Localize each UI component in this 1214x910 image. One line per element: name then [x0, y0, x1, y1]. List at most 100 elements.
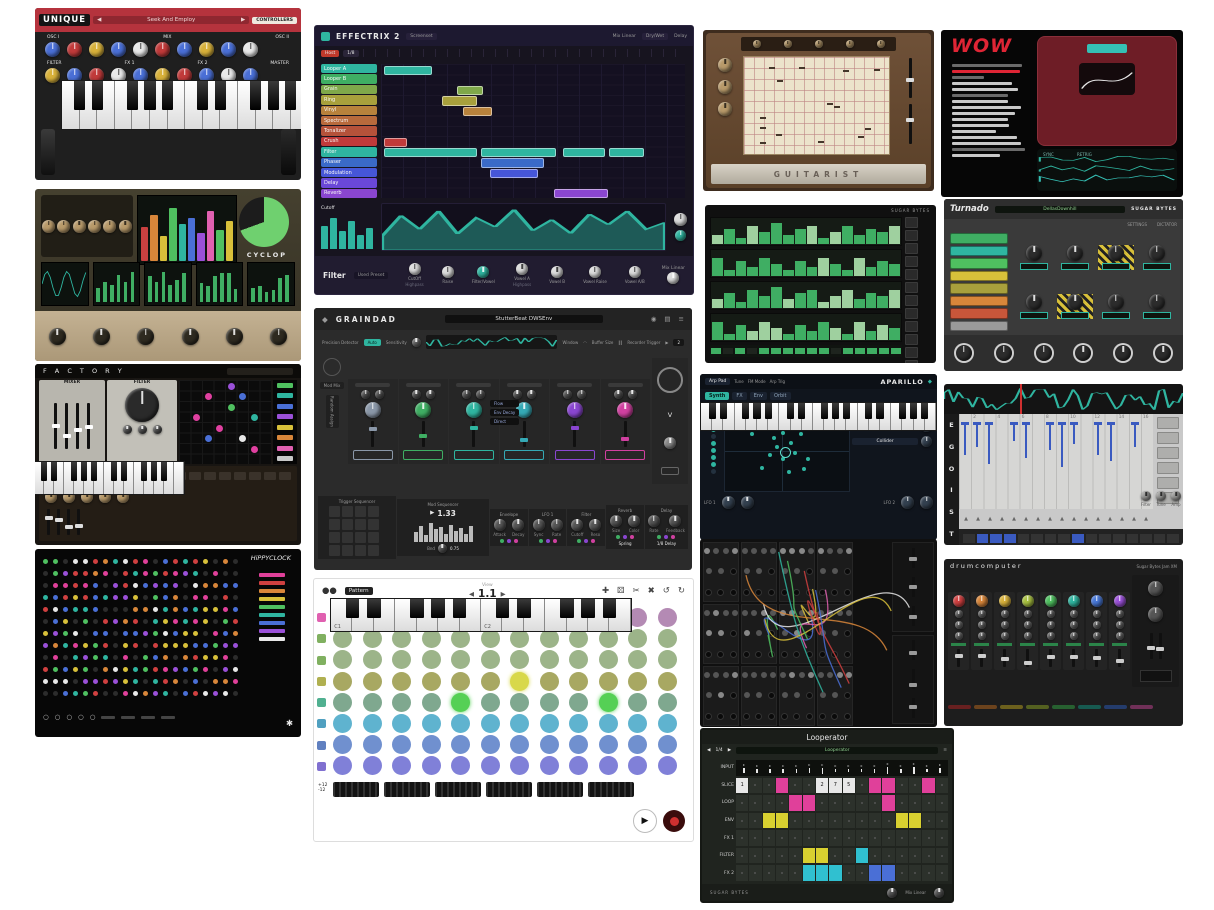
mini-pattern-display[interactable] [384, 782, 430, 797]
knob[interactable] [846, 40, 854, 48]
module-knob[interactable] [723, 548, 729, 554]
step-cell-colored[interactable] [896, 813, 908, 829]
slider[interactable] [65, 403, 68, 449]
knob[interactable] [1149, 245, 1165, 261]
step-rate-button[interactable]: 1/8 [343, 50, 358, 57]
gate-cell[interactable] [759, 348, 769, 354]
step-cell[interactable] [936, 865, 948, 881]
next-rate-icon[interactable]: ▶ [728, 748, 731, 753]
step-cell[interactable] [763, 865, 775, 881]
input-step[interactable]: ▸ [895, 763, 907, 773]
knob[interactable] [648, 515, 660, 527]
knob[interactable] [1155, 345, 1171, 361]
host-sync-button[interactable]: Host [321, 50, 339, 57]
tab-fx[interactable]: FX [732, 392, 746, 400]
step-cell[interactable] [866, 267, 877, 276]
knob[interactable] [1114, 595, 1126, 607]
note-circle[interactable] [451, 693, 470, 712]
knob[interactable] [567, 402, 583, 418]
knob[interactable] [45, 42, 60, 57]
step-cell[interactable] [747, 331, 758, 340]
chart-bar[interactable] [321, 226, 328, 248]
parameter-chip[interactable] [259, 581, 285, 585]
module-knob[interactable] [837, 548, 843, 554]
step-cell[interactable] [843, 830, 855, 846]
mod-dot[interactable] [657, 535, 661, 539]
menu-line[interactable] [952, 130, 996, 133]
keyboard[interactable] [61, 80, 301, 130]
knob[interactable] [610, 515, 622, 527]
knob[interactable] [466, 402, 482, 418]
step-cell[interactable] [816, 813, 828, 829]
note-circle[interactable] [422, 672, 441, 691]
input-step[interactable]: ▸ [777, 763, 789, 773]
note-circle[interactable] [599, 650, 618, 669]
mix-mode-label[interactable]: Mix Linear [613, 34, 636, 39]
knob[interactable] [153, 425, 162, 434]
knob[interactable] [1091, 595, 1103, 607]
mod-dot[interactable] [507, 539, 511, 543]
step-cell[interactable] [889, 328, 900, 340]
patch-jack[interactable] [806, 568, 813, 575]
step-cell[interactable] [789, 865, 801, 881]
slider[interactable] [1072, 649, 1075, 667]
drum-pad[interactable] [1000, 705, 1023, 709]
patch-jack[interactable] [781, 589, 788, 596]
knob[interactable] [111, 42, 126, 57]
step-cell[interactable] [896, 830, 908, 846]
note-circle[interactable] [451, 650, 470, 669]
patch-jack[interactable] [781, 651, 788, 658]
step-cell-colored[interactable] [803, 865, 815, 881]
step-cell[interactable] [896, 848, 908, 864]
pitch-wheel[interactable] [41, 129, 55, 175]
module-knob[interactable] [732, 672, 738, 678]
step-cell[interactable] [830, 296, 841, 308]
knob[interactable] [999, 595, 1011, 607]
step-cell[interactable] [795, 261, 806, 276]
seq-bar[interactable] [226, 221, 233, 261]
note-circle[interactable] [363, 629, 382, 648]
module-knob[interactable] [770, 610, 776, 616]
menu-line[interactable] [952, 118, 1008, 121]
knob[interactable] [1108, 245, 1124, 261]
chart-bar[interactable] [330, 218, 337, 248]
knob[interactable] [877, 40, 885, 48]
mod-bar[interactable] [439, 527, 443, 541]
factory-keyboard[interactable] [35, 461, 185, 495]
dictator-button[interactable]: DICTATOR [1157, 222, 1177, 227]
knob[interactable] [45, 68, 60, 83]
knob[interactable] [88, 220, 101, 233]
slice-marker-stem[interactable] [964, 424, 966, 455]
slice-marker-stem[interactable] [976, 424, 978, 447]
step-cell[interactable] [866, 331, 877, 340]
module-panel[interactable] [741, 542, 777, 602]
module-knob[interactable] [789, 610, 795, 616]
patch-jack[interactable] [819, 589, 826, 596]
knob[interactable] [1026, 294, 1042, 310]
input-step[interactable]: ▸ [908, 761, 920, 774]
note-circle[interactable] [569, 672, 588, 691]
module-knob[interactable] [704, 672, 710, 678]
black-key[interactable] [843, 403, 850, 419]
black-key[interactable] [127, 81, 138, 110]
slice-marker-stem[interactable] [1097, 424, 1099, 455]
knob[interactable] [49, 328, 66, 345]
patch-jack[interactable] [768, 651, 775, 658]
knob[interactable] [477, 266, 489, 278]
slider[interactable] [912, 640, 915, 660]
black-key[interactable] [603, 599, 617, 618]
step-cell[interactable] [803, 830, 815, 846]
mod-source-chip[interactable] [277, 393, 293, 398]
seq-bar[interactable] [150, 215, 157, 262]
patch-jack[interactable] [768, 568, 775, 575]
patch-jack[interactable] [730, 589, 737, 596]
module-knob[interactable] [706, 692, 712, 698]
mod-dot[interactable] [539, 539, 543, 543]
module-panel[interactable] [779, 666, 815, 726]
step-cell-colored[interactable] [856, 848, 868, 864]
row-tag-chip[interactable] [317, 741, 326, 750]
knob[interactable] [221, 42, 236, 57]
knob[interactable] [675, 230, 686, 241]
mod-dot[interactable] [205, 435, 212, 442]
parameter-chip[interactable] [259, 613, 285, 617]
